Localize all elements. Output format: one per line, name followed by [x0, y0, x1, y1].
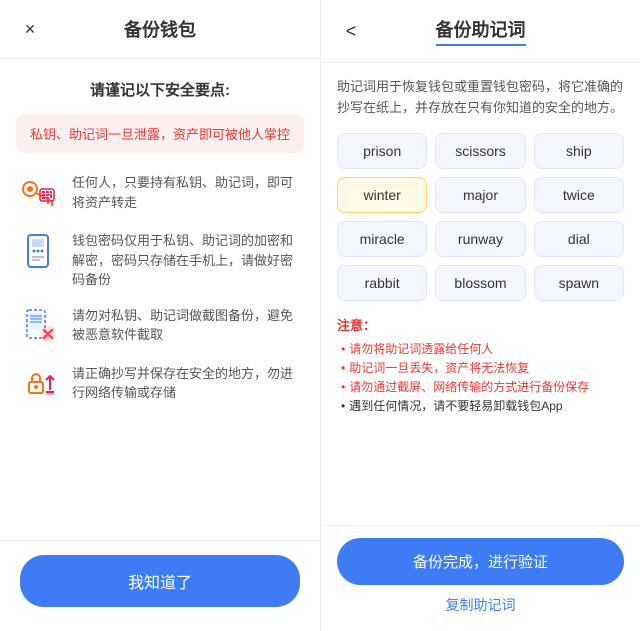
security-item-1-text: 任何人，只要持有私钥、助记词，即可将资产转走 [72, 171, 304, 212]
word-chip-twice: twice [534, 177, 624, 213]
word-chip-major: major [435, 177, 525, 213]
scan-x-icon [16, 304, 60, 348]
word-chip-ship: ship [534, 133, 624, 169]
verify-button[interactable]: 备份完成，进行验证 [337, 538, 624, 585]
confirm-button[interactable]: 我知道了 [20, 555, 300, 607]
security-item-3: 请勿对私钥、助记词做截图备份，避免被恶意软件截取 [16, 304, 304, 348]
security-item-3-text: 请勿对私钥、助记词做截图备份，避免被恶意软件截取 [72, 304, 304, 345]
security-item-4-text: 请正确抄写并保存在安全的地方，勿进行网络传输或存储 [72, 362, 304, 403]
right-panel: < 备份助记词 助记词用于恢复钱包或重置钱包密码，将它准确的抄写在纸上，并存放在… [320, 0, 640, 631]
notice-title: 注意： [337, 315, 624, 334]
left-title: 备份钱包 [124, 16, 196, 42]
phone-dots-icon [16, 229, 60, 273]
word-chip-dial: dial [534, 221, 624, 257]
word-chip-prison: prison [337, 133, 427, 169]
copy-mnemonic-link[interactable]: 复制助记词 [446, 595, 516, 615]
security-items: 任何人，只要持有私钥、助记词，即可将资产转走 钱包密码仅用于私钥、助记词的加密 [16, 171, 304, 406]
word-chip-winter: winter [337, 177, 427, 213]
word-chip-blossom: blossom [435, 265, 525, 301]
notice-section: 注意： 请勿将助记词透露给任何人助记词一旦丢失，资产将无法恢复请勿通过截屏、网络… [337, 315, 624, 417]
section-title: 请谨记以下安全要点: [16, 79, 304, 100]
notice-item: 请勿通过截屏、网络传输的方式进行备份保存 [337, 378, 624, 397]
right-content: 助记词用于恢复钱包或重置钱包密码，将它准确的抄写在纸上，并存放在只有你知道的安全… [321, 63, 640, 525]
left-footer: 我知道了 [0, 540, 320, 631]
word-chip-scissors: scissors [435, 133, 525, 169]
word-chip-spawn: spawn [534, 265, 624, 301]
lock-upload-icon [16, 362, 60, 406]
word-chip-rabbit: rabbit [337, 265, 427, 301]
word-chip-miracle: miracle [337, 221, 427, 257]
notice-item: 遇到任何情况，请不要轻易卸载钱包App [337, 397, 624, 416]
key-calc-icon [16, 171, 60, 215]
left-panel: × 备份钱包 请谨记以下安全要点: 私钥、助记词一旦泄露，资产即可被他人掌控 [0, 0, 320, 631]
security-item-4: 请正确抄写并保存在安全的地方，勿进行网络传输或存储 [16, 362, 304, 406]
right-header: < 备份助记词 [321, 0, 640, 63]
back-button[interactable]: < [337, 17, 365, 45]
notice-item: 助记词一旦丢失，资产将无法恢复 [337, 359, 624, 378]
left-content: 请谨记以下安全要点: 私钥、助记词一旦泄露，资产即可被他人掌控 [0, 59, 320, 540]
security-item-2: 钱包密码仅用于私钥、助记词的加密和解密，密码只存储在手机上，请做好密码备份 [16, 229, 304, 290]
notice-item: 请勿将助记词透露给任何人 [337, 340, 624, 359]
right-title: 备份助记词 [436, 16, 526, 46]
right-footer: 备份完成，进行验证 复制助记词 [321, 525, 640, 631]
security-item-1: 任何人，只要持有私钥、助记词，即可将资产转走 [16, 171, 304, 215]
security-item-2-text: 钱包密码仅用于私钥、助记词的加密和解密，密码只存储在手机上，请做好密码备份 [72, 229, 304, 290]
word-chip-runway: runway [435, 221, 525, 257]
left-header: × 备份钱包 [0, 0, 320, 59]
word-grid: prisonscissorsship wintermajortwice miracl… [337, 133, 624, 301]
close-button[interactable]: × [16, 15, 44, 43]
notice-list: 请勿将助记词透露给任何人助记词一旦丢失，资产将无法恢复请勿通过截屏、网络传输的方… [337, 340, 624, 417]
mnemonic-description: 助记词用于恢复钱包或重置钱包密码，将它准确的抄写在纸上，并存放在只有你知道的安全… [337, 77, 624, 119]
warning-banner: 私钥、助记词一旦泄露，资产即可被他人掌控 [16, 114, 304, 153]
